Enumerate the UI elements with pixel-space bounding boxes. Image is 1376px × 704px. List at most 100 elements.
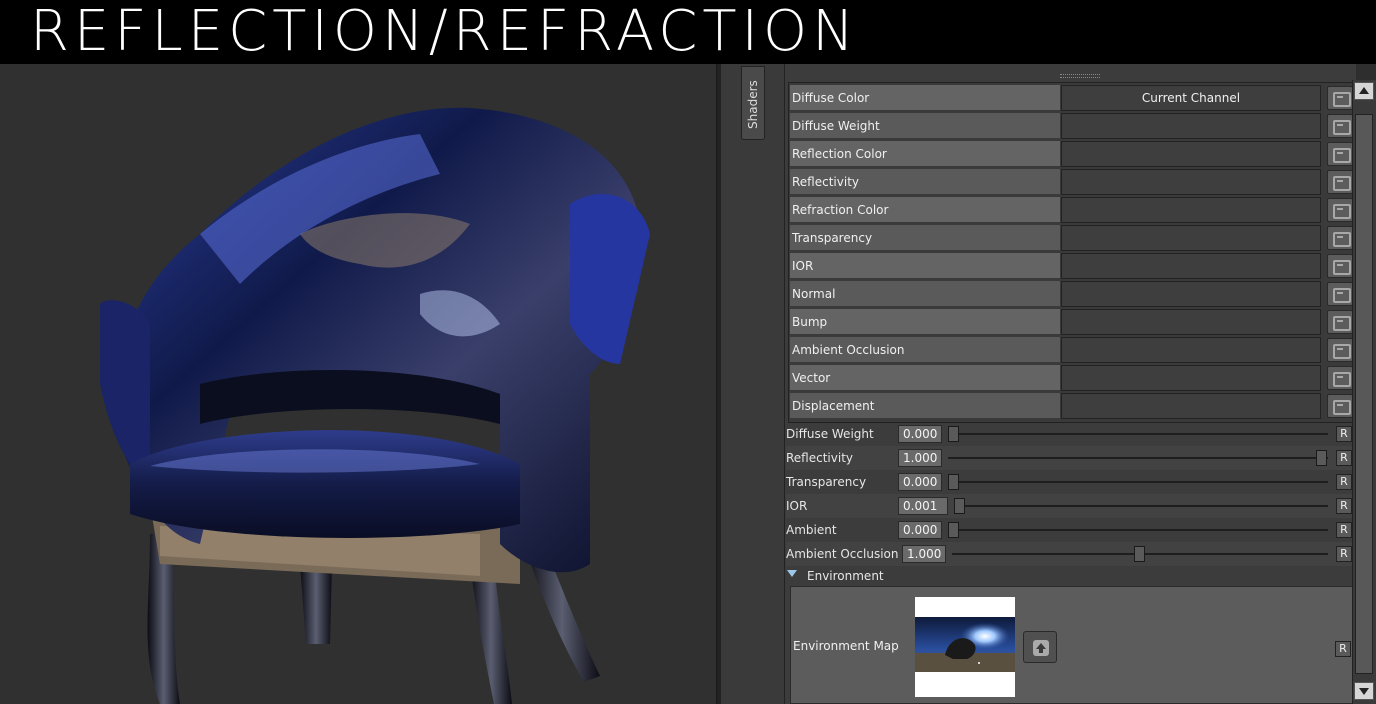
channel-row-normal: Normal bbox=[790, 280, 1356, 308]
add-map-icon[interactable] bbox=[1327, 394, 1353, 418]
channel-row-bump: Bump bbox=[790, 308, 1356, 336]
channel-value[interactable] bbox=[1061, 253, 1321, 279]
slider-row-ambient-occlusion: Ambient Occlusion 1.000 R bbox=[786, 542, 1356, 566]
channel-label: Displacement bbox=[790, 393, 1060, 419]
scroll-down-icon[interactable] bbox=[1354, 682, 1374, 700]
channel-label: Reflectivity bbox=[790, 169, 1060, 195]
channel-value[interactable] bbox=[1061, 169, 1321, 195]
environment-map-thumbnail[interactable] bbox=[915, 597, 1015, 697]
channel-label: IOR bbox=[790, 253, 1060, 279]
value-field[interactable]: 0.000 bbox=[898, 521, 942, 539]
scroll-up-icon[interactable] bbox=[1354, 82, 1374, 100]
add-map-icon[interactable] bbox=[1327, 142, 1353, 166]
channel-label: Reflection Color bbox=[790, 141, 1060, 167]
channel-label: Refraction Color bbox=[790, 197, 1060, 223]
channel-value[interactable] bbox=[1061, 393, 1321, 419]
slider-row-ior: IOR 0.001 R bbox=[786, 494, 1356, 518]
slider-row-diffuse-weight: Diffuse Weight 0.000 R bbox=[786, 422, 1356, 446]
channel-value[interactable] bbox=[1061, 197, 1321, 223]
add-map-icon[interactable] bbox=[1327, 226, 1353, 250]
channel-value[interactable] bbox=[1061, 225, 1321, 251]
upload-arrow-icon bbox=[1033, 640, 1049, 656]
channel-row-vector: Vector bbox=[790, 364, 1356, 392]
channel-row-transparency: Transparency bbox=[790, 224, 1356, 252]
slider-handle[interactable] bbox=[954, 498, 965, 514]
channel-label: Diffuse Weight bbox=[790, 113, 1060, 139]
channel-row-ambient-occlusion: Ambient Occlusion bbox=[790, 336, 1356, 364]
add-map-icon[interactable] bbox=[1327, 198, 1353, 222]
channel-value[interactable] bbox=[1061, 281, 1321, 307]
slider-handle[interactable] bbox=[948, 522, 959, 538]
slider-label: Diffuse Weight bbox=[786, 427, 874, 441]
page-title: REFLECTION/REFRACTION bbox=[30, 0, 860, 64]
channel-label: Ambient Occlusion bbox=[790, 337, 1060, 363]
environment-map-label: Environment Map bbox=[793, 639, 899, 653]
reset-button[interactable]: R bbox=[1336, 498, 1352, 514]
reset-button[interactable]: R bbox=[1336, 546, 1352, 562]
add-map-icon[interactable] bbox=[1327, 114, 1353, 138]
channel-value[interactable] bbox=[1061, 337, 1321, 363]
environment-reset-button[interactable]: R bbox=[1335, 641, 1351, 657]
channel-row-reflection-color: Reflection Color bbox=[790, 140, 1356, 168]
slider-label: IOR bbox=[786, 499, 808, 513]
reset-button[interactable]: R bbox=[1336, 450, 1352, 466]
panel-grip[interactable] bbox=[1060, 74, 1100, 78]
value-field[interactable]: 1.000 bbox=[898, 449, 942, 467]
channel-row-displacement: Displacement bbox=[790, 392, 1356, 420]
channel-row-ior: IOR bbox=[790, 252, 1356, 280]
section-label: Environment bbox=[807, 569, 884, 583]
value-field[interactable]: 0.001 bbox=[898, 497, 948, 515]
channel-row-reflectivity: Reflectivity bbox=[790, 168, 1356, 196]
reset-button[interactable]: R bbox=[1336, 474, 1352, 490]
value-field[interactable]: 1.000 bbox=[902, 545, 946, 563]
add-map-icon[interactable] bbox=[1327, 170, 1353, 194]
slider-track[interactable] bbox=[954, 505, 1328, 507]
slider-row-reflectivity: Reflectivity 1.000 R bbox=[786, 446, 1356, 470]
channel-value[interactable] bbox=[1061, 365, 1321, 391]
add-map-icon[interactable] bbox=[1327, 282, 1353, 306]
channel-label: Transparency bbox=[790, 225, 1060, 251]
channel-label: Normal bbox=[790, 281, 1060, 307]
tab-shaders[interactable]: Shaders bbox=[741, 66, 765, 140]
channel-row-diffuse-weight: Diffuse Weight bbox=[790, 112, 1356, 140]
slider-handle[interactable] bbox=[948, 474, 959, 490]
scroll-thumb[interactable] bbox=[1355, 114, 1373, 674]
slider-track[interactable] bbox=[948, 433, 1328, 435]
3d-viewport[interactable] bbox=[0, 64, 716, 704]
add-map-icon[interactable] bbox=[1327, 338, 1353, 362]
channel-value[interactable] bbox=[1061, 113, 1321, 139]
channel-label: Vector bbox=[790, 365, 1060, 391]
reset-button[interactable]: R bbox=[1336, 522, 1352, 538]
channel-row-diffuse-color: Diffuse Color Current Channel bbox=[790, 84, 1356, 112]
slider-track[interactable] bbox=[948, 529, 1328, 531]
title-bar: REFLECTION/REFRACTION bbox=[0, 0, 1376, 64]
channel-label: Diffuse Color bbox=[790, 85, 1060, 111]
slider-handle[interactable] bbox=[1134, 546, 1145, 562]
side-tab-strip bbox=[722, 64, 786, 704]
channel-label: Bump bbox=[790, 309, 1060, 335]
value-field[interactable]: 0.000 bbox=[898, 473, 942, 491]
add-map-icon[interactable] bbox=[1327, 310, 1353, 334]
slider-row-ambient: Ambient 0.000 R bbox=[786, 518, 1356, 542]
triangle-down-icon[interactable] bbox=[787, 570, 797, 577]
add-map-icon[interactable] bbox=[1327, 366, 1353, 390]
slider-handle[interactable] bbox=[1316, 450, 1327, 466]
add-map-icon[interactable] bbox=[1327, 254, 1353, 278]
slider-track[interactable] bbox=[948, 457, 1328, 459]
upload-icon[interactable] bbox=[1023, 631, 1057, 663]
slider-label: Ambient Occlusion bbox=[786, 547, 899, 561]
reset-button[interactable]: R bbox=[1336, 426, 1352, 442]
slider-track[interactable] bbox=[948, 481, 1328, 483]
environment-section-header[interactable]: Environment bbox=[786, 566, 1356, 586]
channel-value[interactable] bbox=[1061, 309, 1321, 335]
value-field[interactable]: 0.000 bbox=[898, 425, 942, 443]
environment-section: Environment Map R bbox=[790, 586, 1354, 704]
slider-label: Transparency bbox=[786, 475, 867, 489]
channel-value[interactable] bbox=[1061, 141, 1321, 167]
tab-shaders-label: Shaders bbox=[746, 80, 760, 129]
slider-handle[interactable] bbox=[948, 426, 959, 442]
slider-label: Reflectivity bbox=[786, 451, 854, 465]
channel-value[interactable]: Current Channel bbox=[1061, 85, 1321, 111]
add-map-icon[interactable] bbox=[1327, 86, 1353, 110]
channel-row-refraction-color: Refraction Color bbox=[790, 196, 1356, 224]
